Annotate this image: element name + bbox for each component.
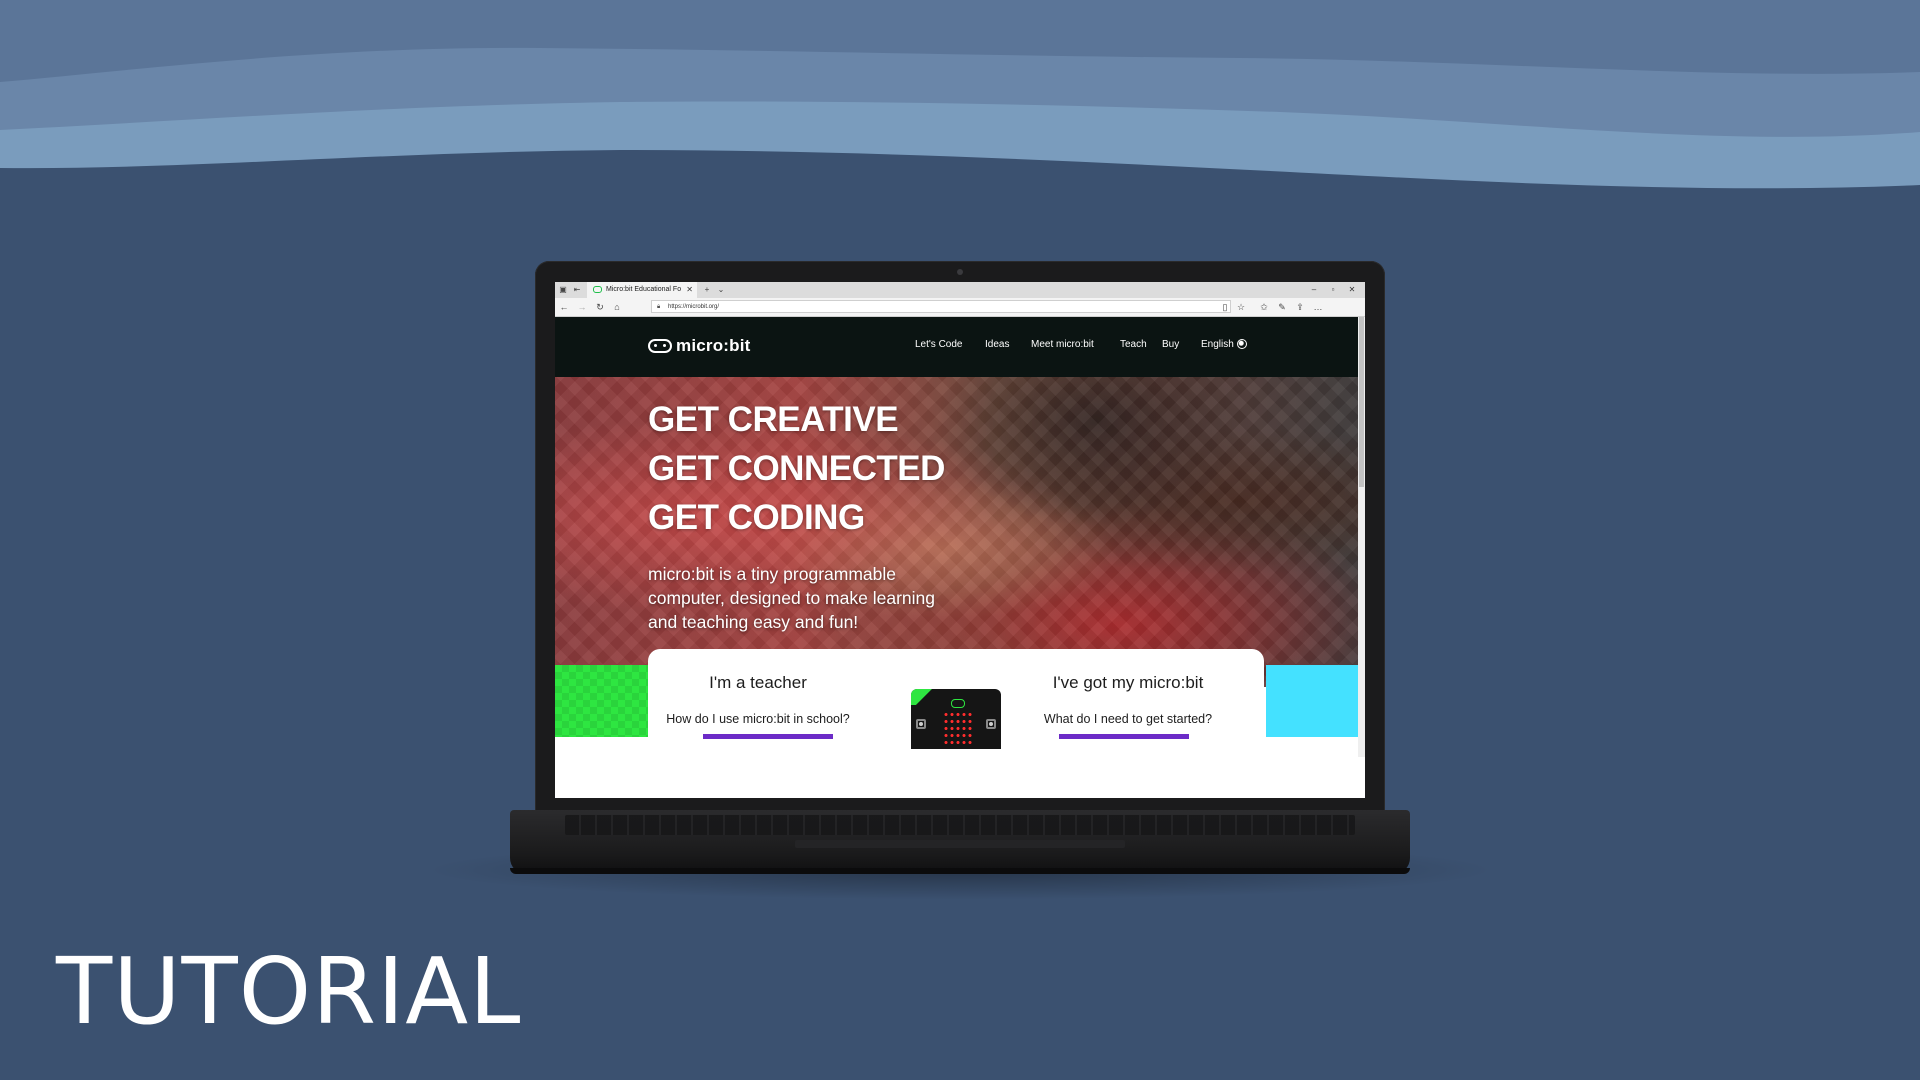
- minimize-icon[interactable]: –: [1307, 284, 1321, 295]
- more-icon[interactable]: …: [1312, 301, 1324, 313]
- scrollbar-thumb[interactable]: [1359, 317, 1364, 487]
- microbit-card-subtitle[interactable]: What do I need to get started?: [1008, 712, 1248, 726]
- url-text: https://microbit.org/: [668, 304, 720, 310]
- language-label: English: [1201, 339, 1234, 350]
- cyan-band: [1266, 665, 1358, 737]
- laptop-keyboard: [565, 815, 1355, 835]
- reading-view-icon[interactable]: ▯: [1219, 301, 1231, 313]
- refresh-icon[interactable]: ↻: [594, 301, 606, 313]
- hero-headline-3: GET CODING: [648, 498, 865, 537]
- hero-headline-1: GET CREATIVE: [648, 400, 899, 439]
- favorite-star-icon[interactable]: ☆: [1235, 301, 1247, 313]
- microbit-logo[interactable]: micro:bit: [648, 335, 751, 357]
- nav-meet-microbit[interactable]: Meet micro:bit: [1031, 339, 1094, 350]
- url-input[interactable]: 🔒︎ https://microbit.org/: [651, 300, 1231, 313]
- pen-icon[interactable]: ✎: [1276, 301, 1288, 313]
- browser-tab[interactable]: Micro:bit Educational Fo ✕: [587, 282, 697, 298]
- page-scrollbar[interactable]: [1358, 317, 1365, 757]
- lock-icon: 🔒︎: [657, 304, 661, 310]
- slide-background: ▣ ⇤ Micro:bit Educational Fo ✕ + ⌄ – ▫ ✕…: [0, 0, 1920, 1080]
- button-a-icon: [916, 719, 926, 729]
- browser-address-bar: ← → ↻ ⌂ 🔒︎ https://microbit.org/ ▯ ☆ ✩ ✎…: [555, 298, 1365, 317]
- maximize-icon[interactable]: ▫: [1326, 284, 1340, 295]
- laptop-edge: [510, 868, 1410, 874]
- nav-lets-code[interactable]: Let's Code: [915, 339, 963, 350]
- teacher-card-underline: [703, 734, 833, 739]
- button-b-icon: [986, 719, 996, 729]
- device-corner-accent: [911, 689, 941, 705]
- microbit-website: micro:bit Let's Code Ideas Meet micro:bi…: [555, 317, 1358, 798]
- nav-teach[interactable]: Teach: [1120, 339, 1147, 350]
- nav-buy[interactable]: Buy: [1162, 339, 1179, 350]
- microbit-card-title[interactable]: I've got my micro:bit: [1008, 673, 1248, 693]
- plus-icon[interactable]: +: [701, 284, 713, 295]
- tab-back-icon[interactable]: ⇤: [571, 284, 583, 295]
- device-logo-icon: [951, 699, 965, 708]
- back-arrow-icon[interactable]: ←: [558, 301, 570, 313]
- close-icon[interactable]: ✕: [686, 282, 693, 298]
- hero-subtitle: micro:bit is a tiny programmable compute…: [648, 564, 935, 632]
- forward-arrow-icon[interactable]: →: [576, 301, 588, 313]
- tab-actions-icon[interactable]: ▣: [557, 284, 569, 295]
- tutorial-caption: TUTORIAL: [56, 938, 522, 1045]
- logo-wordmark: micro:bit: [676, 336, 751, 355]
- laptop-screen: ▣ ⇤ Micro:bit Educational Fo ✕ + ⌄ – ▫ ✕…: [555, 282, 1365, 798]
- share-icon[interactable]: ⇪: [1294, 301, 1306, 313]
- window-close-icon[interactable]: ✕: [1345, 284, 1359, 295]
- hero-banner: GET CREATIVE GET CONNECTED GET CODING mi…: [555, 377, 1358, 687]
- audience-cards: I'm a teacher How do I use micro:bit in …: [648, 649, 1264, 749]
- webcam-icon: [957, 269, 963, 275]
- microbit-card-underline: [1059, 734, 1189, 739]
- hero-headline-2: GET CONNECTED: [648, 449, 945, 488]
- teacher-card-subtitle[interactable]: How do I use micro:bit in school?: [638, 712, 878, 726]
- favorites-icon[interactable]: ✩: [1258, 301, 1270, 313]
- microbit-device-image: [911, 689, 1001, 749]
- nav-language[interactable]: English: [1201, 339, 1247, 350]
- microbit-favicon-icon: [593, 285, 602, 293]
- site-header: micro:bit Let's Code Ideas Meet micro:bi…: [555, 317, 1358, 377]
- nav-ideas[interactable]: Ideas: [985, 339, 1009, 350]
- green-pattern-band: [555, 665, 648, 737]
- teacher-card-title[interactable]: I'm a teacher: [638, 673, 878, 693]
- browser-tab-title: Micro:bit Educational Fo: [606, 286, 682, 293]
- wave-decoration: [0, 0, 1920, 200]
- home-icon[interactable]: ⌂: [611, 301, 623, 313]
- led-matrix: [943, 711, 973, 747]
- browser-tab-bar: ▣ ⇤ Micro:bit Educational Fo ✕ + ⌄ – ▫ ✕: [555, 282, 1365, 298]
- page-content-area: [555, 749, 1358, 798]
- laptop-trackpad: [795, 840, 1125, 848]
- chevron-down-icon[interactable]: ⌄: [715, 284, 727, 295]
- microbit-logo-icon: [648, 339, 672, 353]
- globe-icon: [1236, 339, 1247, 349]
